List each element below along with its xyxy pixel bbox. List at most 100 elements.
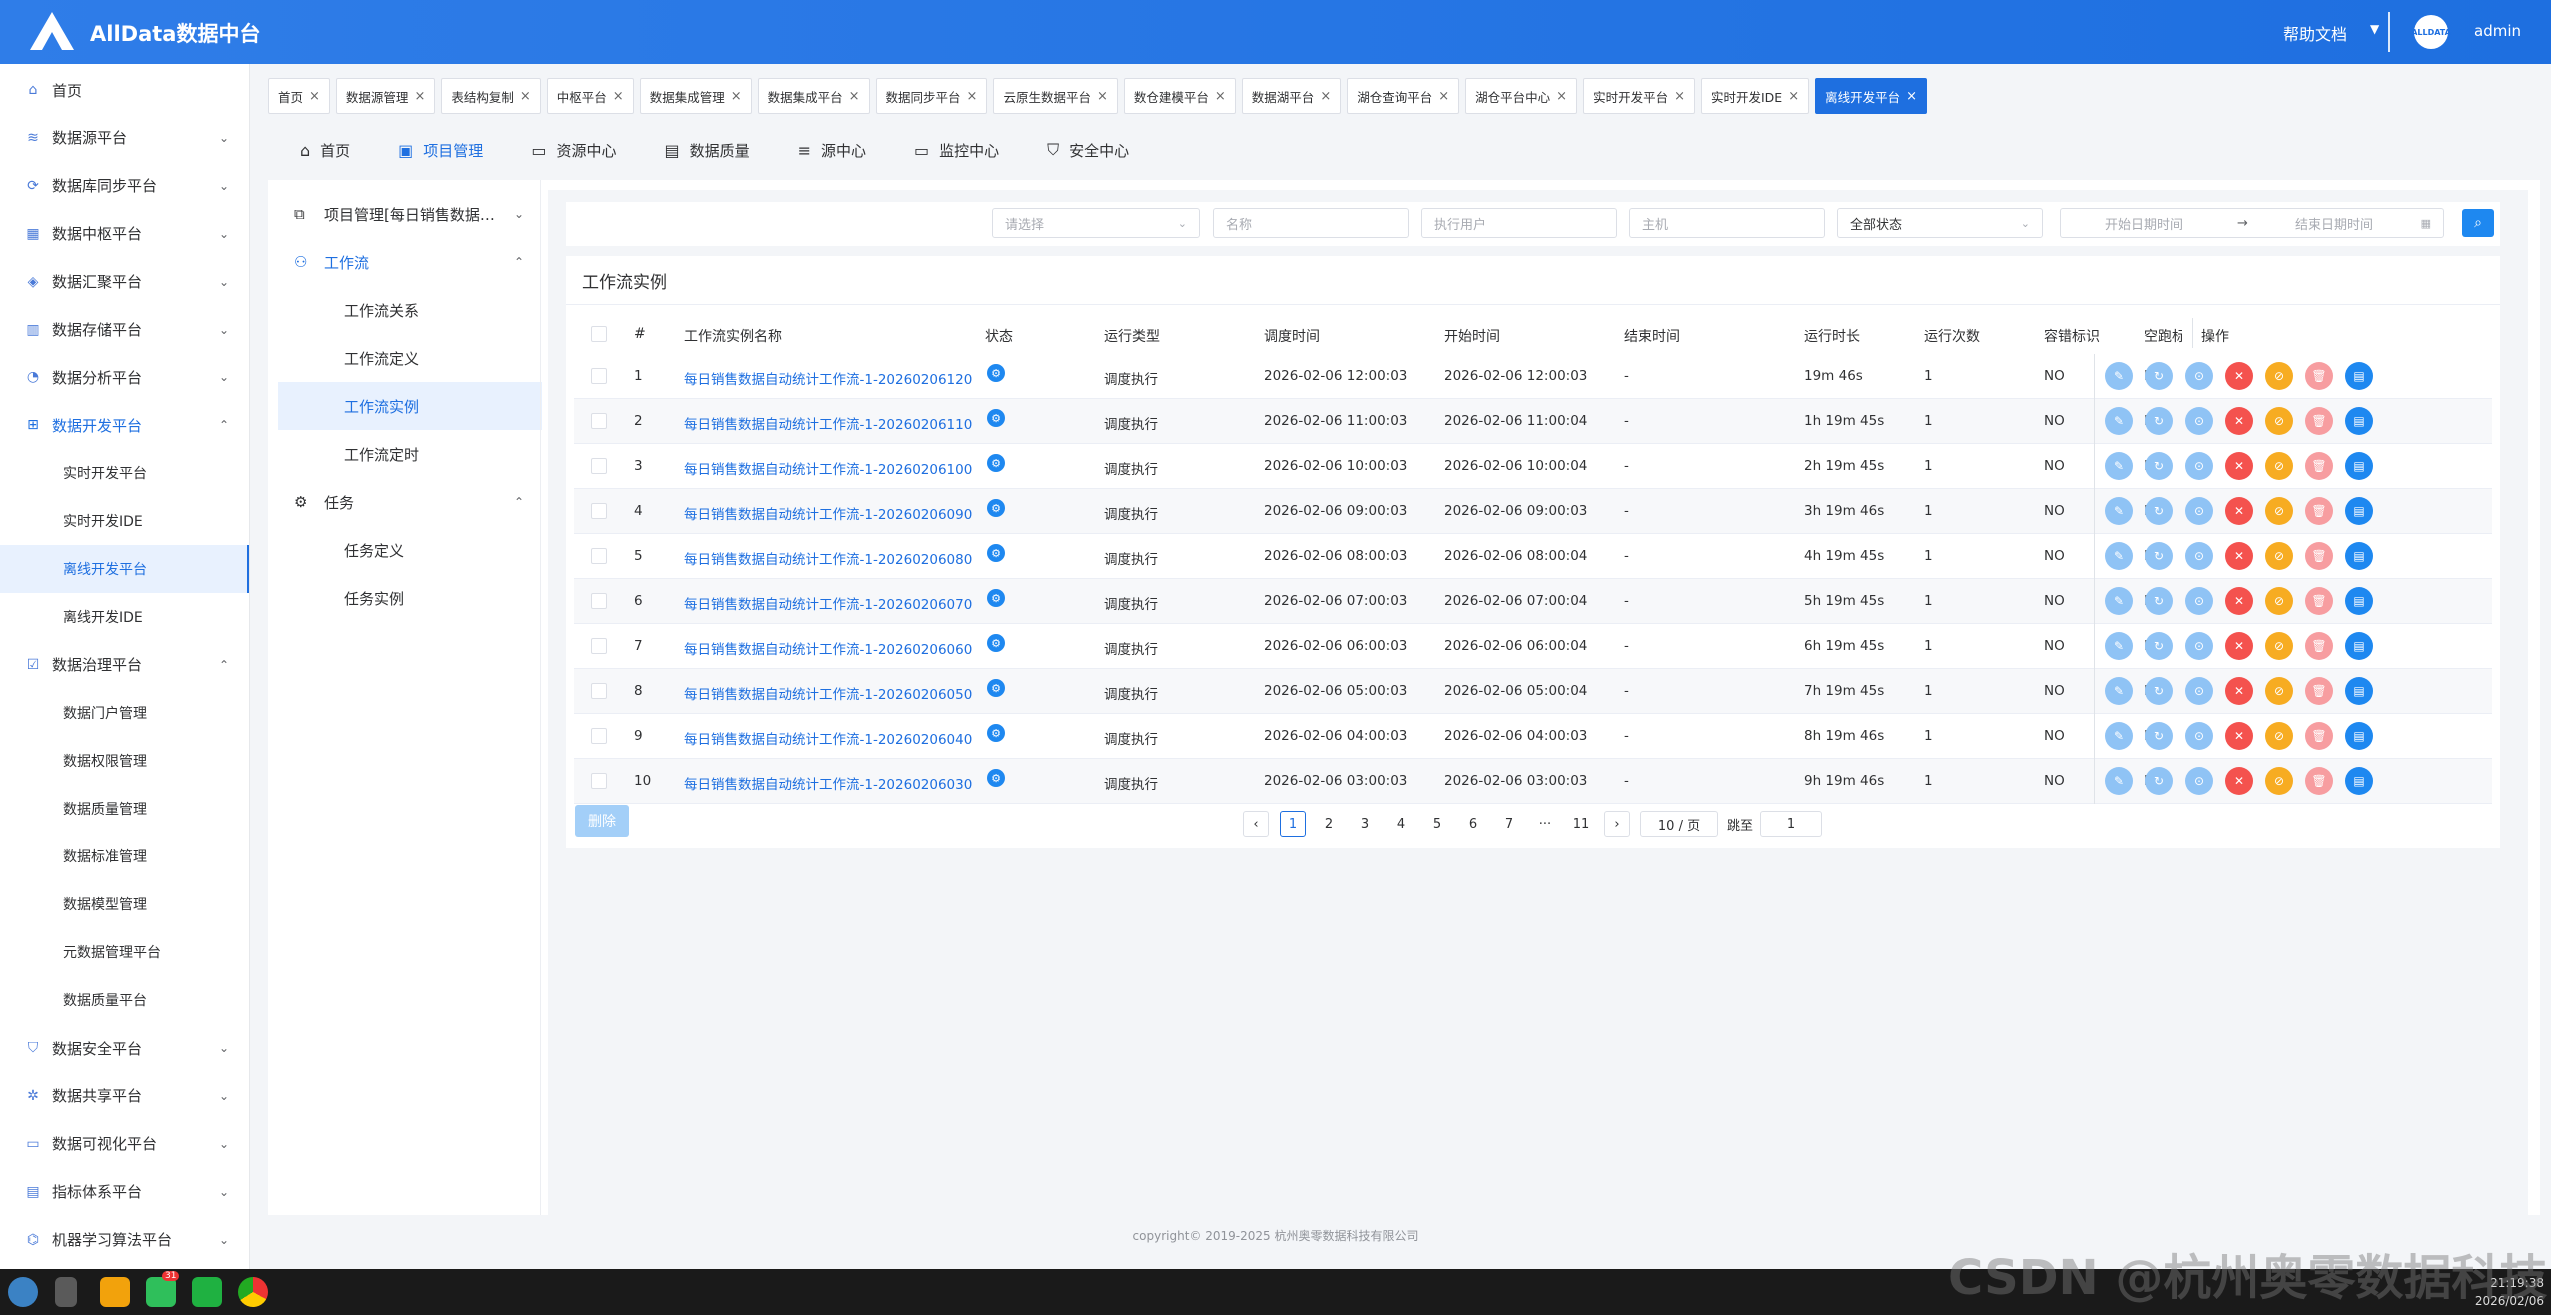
workflow-instance-link[interactable]: 每日销售数据自动统计工作流-1-20260206120 — [684, 368, 972, 388]
name-input[interactable]: 名称 — [1213, 208, 1409, 238]
host-input[interactable]: 主机 — [1629, 208, 1825, 238]
sidebar-item[interactable]: ◔ 数据分析平台 ⌄ — [0, 353, 249, 401]
stop-icon[interactable]: ✕ — [2225, 632, 2253, 660]
workflow-instance-link[interactable]: 每日销售数据自动统计工作流-1-20260206030 — [684, 773, 972, 793]
close-icon[interactable]: × — [967, 89, 978, 104]
rerun-icon[interactable]: ↻ — [2145, 677, 2173, 705]
sidebar-item[interactable]: 离线开发IDE — [0, 593, 249, 641]
page-number[interactable]: 2 — [1316, 811, 1342, 837]
sidebar-item[interactable]: 实时开发平台 — [0, 449, 249, 497]
workflow-instance-link[interactable]: 每日销售数据自动统计工作流-1-20260206100 — [684, 458, 972, 478]
chat-icon[interactable]: 31 — [146, 1271, 180, 1307]
pause-icon[interactable]: ⊘ — [2265, 542, 2293, 570]
close-icon[interactable]: × — [849, 89, 860, 104]
recover-icon[interactable]: ⊙ — [2185, 497, 2213, 525]
delete-icon[interactable]: 🗑 — [2305, 767, 2333, 795]
sidebar-item[interactable]: 数据模型管理 — [0, 880, 249, 928]
chevron-up-icon[interactable]: ⌃ — [514, 255, 524, 269]
tree-item-task-instance[interactable]: 任务实例 — [278, 574, 542, 622]
rerun-icon[interactable]: ↻ — [2145, 452, 2173, 480]
tree-project[interactable]: ⧉ 项目管理[每日销售数据自动统计] ⌄ — [278, 190, 542, 238]
close-icon[interactable]: × — [309, 89, 320, 104]
sidebar-item[interactable]: ▭ 数据可视化平台 ⌄ — [0, 1120, 249, 1168]
tab[interactable]: 中枢平台 × — [546, 78, 634, 114]
sidebar-item[interactable]: ◈ 数据汇聚平台 ⌄ — [0, 258, 249, 306]
stop-icon[interactable]: ✕ — [2225, 407, 2253, 435]
stop-icon[interactable]: ✕ — [2225, 542, 2253, 570]
recover-icon[interactable]: ⊙ — [2185, 722, 2213, 750]
tab[interactable]: 表结构复制 × — [441, 78, 541, 114]
delete-icon[interactable]: 🗑 — [2305, 362, 2333, 390]
workflow-instance-link[interactable]: 每日销售数据自动统计工作流-1-20260206040 — [684, 728, 972, 748]
search-button[interactable]: ⌕ — [2462, 209, 2494, 237]
edit-icon[interactable]: ✎ — [2105, 542, 2133, 570]
tab[interactable]: 数仓建模平台 × — [1123, 78, 1236, 114]
rerun-icon[interactable]: ↻ — [2145, 767, 2173, 795]
delete-icon[interactable]: 🗑 — [2305, 407, 2333, 435]
tree-workflow[interactable]: ⚇ 工作流 ⌃ — [278, 238, 542, 286]
rerun-icon[interactable]: ↻ — [2145, 497, 2173, 525]
close-icon[interactable]: × — [1438, 89, 1449, 104]
tab[interactable]: 数据集成平台 × — [757, 78, 870, 114]
row-checkbox[interactable] — [591, 413, 607, 429]
pause-icon[interactable]: ⊘ — [2265, 587, 2293, 615]
workflow-instance-link[interactable]: 每日销售数据自动统计工作流-1-20260206050 — [684, 683, 972, 703]
close-icon[interactable]: × — [1674, 89, 1685, 104]
user-menu[interactable]: admin — [2474, 22, 2521, 40]
recover-icon[interactable]: ⊙ — [2185, 452, 2213, 480]
pause-icon[interactable]: ⊘ — [2265, 407, 2293, 435]
row-checkbox[interactable] — [591, 368, 607, 384]
sidebar-item[interactable]: ⛉ 数据安全平台 ⌄ — [0, 1024, 249, 1072]
row-checkbox[interactable] — [591, 728, 607, 744]
sidebar-item[interactable]: 数据门户管理 — [0, 689, 249, 737]
recover-icon[interactable]: ⊙ — [2185, 677, 2213, 705]
date-range-picker[interactable]: 开始日期时间 → 结束日期时间 ▦ — [2060, 208, 2444, 238]
tree-item-workflow-instance[interactable]: 工作流实例 — [278, 382, 542, 430]
select-all-checkbox[interactable] — [591, 326, 607, 342]
delete-icon[interactable]: 🗑 — [2305, 632, 2333, 660]
rerun-icon[interactable]: ↻ — [2145, 722, 2173, 750]
workflow-instance-link[interactable]: 每日销售数据自动统计工作流-1-20260206110 — [684, 413, 972, 433]
rerun-icon[interactable]: ↻ — [2145, 407, 2173, 435]
recover-icon[interactable]: ⊙ — [2185, 587, 2213, 615]
stop-icon[interactable]: ✕ — [2225, 362, 2253, 390]
close-icon[interactable]: × — [520, 89, 531, 104]
row-checkbox[interactable] — [591, 548, 607, 564]
gantt-icon[interactable]: ▤ — [2345, 632, 2373, 660]
tab[interactable]: 数据源管理 × — [335, 78, 436, 114]
tab[interactable]: 数据同步平台 × — [875, 78, 988, 114]
sidebar-item[interactable]: 数据权限管理 — [0, 737, 249, 785]
close-icon[interactable]: × — [731, 89, 742, 104]
sidebar-item[interactable]: ▦ 数据中枢平台 ⌄ — [0, 210, 249, 258]
tree-item-workflow-relation[interactable]: 工作流关系 — [278, 286, 542, 334]
tab[interactable]: 离线开发平台 × — [1815, 78, 1928, 114]
rerun-icon[interactable]: ↻ — [2145, 542, 2173, 570]
tab[interactable]: 实时开发平台 × — [1583, 78, 1695, 114]
gantt-icon[interactable]: ▤ — [2345, 767, 2373, 795]
gantt-icon[interactable]: ▤ — [2345, 677, 2373, 705]
close-icon[interactable]: × — [1320, 89, 1331, 104]
sidebar-item[interactable]: 实时开发IDE — [0, 497, 249, 545]
chrome-icon[interactable] — [238, 1277, 268, 1307]
recover-icon[interactable]: ⊙ — [2185, 632, 2213, 660]
edit-icon[interactable]: ✎ — [2105, 722, 2133, 750]
delete-icon[interactable]: 🗑 — [2305, 542, 2333, 570]
page-number[interactable]: 7 — [1496, 811, 1522, 837]
tab[interactable]: 实时开发IDE × — [1700, 78, 1810, 114]
page-size-select[interactable]: 10 / 页 — [1640, 811, 1718, 837]
sidebar-item[interactable]: ▤ 指标体系平台 ⌄ — [0, 1168, 249, 1216]
sidebar-item[interactable]: 离线开发平台 — [0, 545, 249, 593]
tree-item-workflow-definition[interactable]: 工作流定义 — [278, 334, 542, 382]
close-icon[interactable]: × — [1906, 89, 1917, 104]
tree-task[interactable]: ⚙ 任务 ⌃ — [278, 478, 542, 526]
edit-icon[interactable]: ✎ — [2105, 632, 2133, 660]
sidebar-item[interactable]: 元数据管理平台 — [0, 928, 249, 976]
wechat-icon[interactable] — [192, 1277, 222, 1307]
tab[interactable]: 湖仓平台中心 × — [1465, 78, 1578, 114]
pause-icon[interactable]: ⊘ — [2265, 632, 2293, 660]
pause-icon[interactable]: ⊘ — [2265, 452, 2293, 480]
sidebar-item[interactable]: ⊞ 数据开发平台 ⌃ — [0, 401, 249, 449]
page-number[interactable]: 4 — [1388, 811, 1414, 837]
gantt-icon[interactable]: ▤ — [2345, 407, 2373, 435]
project-select[interactable]: 请选择 ⌄ — [992, 208, 1200, 238]
